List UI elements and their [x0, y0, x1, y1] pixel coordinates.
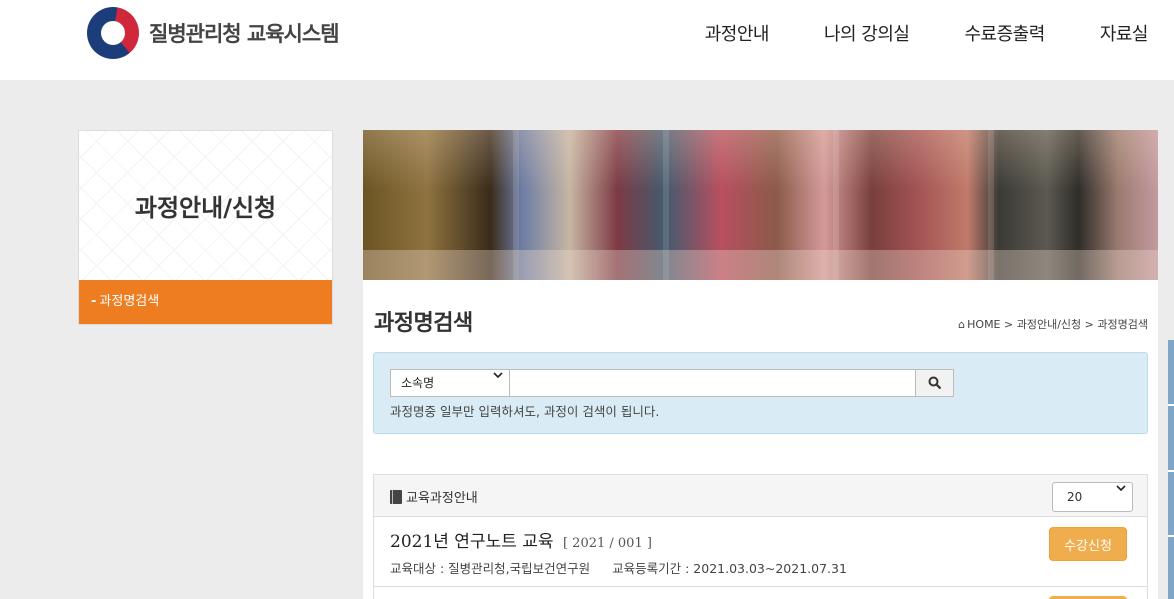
course-target: 질병관리청,국립보건연구원	[448, 561, 591, 576]
dash-icon: -	[91, 294, 97, 309]
site-header: 질병관리청 교육시스템 과정안내 나의 강의실 수료증출력 자료실	[0, 0, 1174, 80]
course-title-text: 2021년 연구노트 교육	[390, 532, 554, 552]
logo-text: 질병관리청 교육시스템	[149, 22, 340, 46]
banner-stripe	[833, 130, 839, 280]
scroll-divider	[1168, 470, 1174, 472]
page-size-value: 20	[1067, 490, 1083, 504]
nav-item-resources[interactable]: 자료실	[1100, 20, 1149, 46]
search-input[interactable]	[509, 369, 916, 397]
nav-item-course-info[interactable]: 과정안내	[705, 20, 770, 46]
course-target-label: 교육대상 :	[390, 561, 445, 576]
course-period-label: 교육등록기간 :	[612, 561, 690, 576]
course-title[interactable]: 2021년 연구노트 교육 [ 2021 / 001 ]	[390, 527, 652, 552]
breadcrumb: ⌂ HOME > 과정안내/신청 > 과정명검색	[958, 316, 1148, 332]
sidebar-item-label: 과정명검색	[99, 294, 160, 309]
search-category-value: 소속명	[401, 376, 435, 390]
nav-item-certificate[interactable]: 수료증출력	[965, 20, 1046, 46]
scroll-divider	[1168, 535, 1174, 537]
book-icon	[390, 489, 402, 504]
chevron-down-icon	[493, 372, 503, 379]
breadcrumb-current: 과정명검색	[1097, 318, 1148, 331]
breadcrumb-home[interactable]: HOME	[967, 318, 1000, 331]
search-box: 소속명 과정명중 일부만 입력하셔도, 과정이 검색이 됩니다.	[373, 352, 1148, 434]
banner-stripe	[513, 130, 519, 280]
breadcrumb-separator: >	[1000, 317, 1017, 331]
page-title: 과정명검색	[374, 311, 473, 336]
course-period: 2021.03.03~2021.07.31	[693, 561, 847, 576]
sidebar-item-course-search[interactable]: - 과정명검색	[78, 280, 333, 325]
search-icon	[928, 376, 941, 390]
course-list-title-text: 교육과정안내	[406, 491, 478, 506]
course-list-title: 교육과정안내	[390, 487, 478, 506]
course-row: 2021년 연구노트 교육 [ 2021 / 001 ] 교육대상 : 질병관리…	[374, 517, 1147, 587]
course-list-panel: 교육과정안내 20 2021년 연구노트 교육 [ 2021 / 001 ] 교…	[373, 474, 1148, 599]
chevron-down-icon	[1116, 485, 1126, 492]
home-icon: ⌂	[958, 317, 966, 331]
banner-image	[363, 130, 1158, 280]
search-hint: 과정명중 일부만 입력하셔도, 과정이 검색이 됩니다.	[390, 404, 660, 419]
scroll-divider	[1168, 404, 1174, 406]
sidebar-title: 과정안내/신청	[134, 194, 277, 222]
taegeuk-logo-icon	[87, 7, 139, 59]
breadcrumb-separator: >	[1081, 317, 1098, 331]
banner-stripe	[663, 130, 669, 280]
nav-item-my-classroom[interactable]: 나의 강의실	[824, 20, 910, 46]
banner-stripe	[988, 130, 994, 280]
site-logo[interactable]: 질병관리청 교육시스템	[87, 7, 340, 59]
breadcrumb-section[interactable]: 과정안내/신청	[1017, 316, 1081, 332]
sidebar-title-box: 과정안내/신청	[78, 130, 333, 280]
main-nav: 과정안내 나의 강의실 수료증출력 자료실	[650, 20, 1174, 46]
course-list-header: 교육과정안내 20	[374, 475, 1147, 517]
course-code: [ 2021 / 001 ]	[562, 536, 652, 551]
course-meta: 교육대상 : 질병관리청,국립보건연구원 교육등록기간 : 2021.03.03…	[390, 558, 847, 577]
search-category-select[interactable]: 소속명	[390, 369, 510, 397]
apply-button[interactable]: 수강신청	[1049, 527, 1127, 561]
search-button[interactable]	[915, 369, 954, 397]
page-size-select[interactable]: 20	[1052, 482, 1133, 512]
